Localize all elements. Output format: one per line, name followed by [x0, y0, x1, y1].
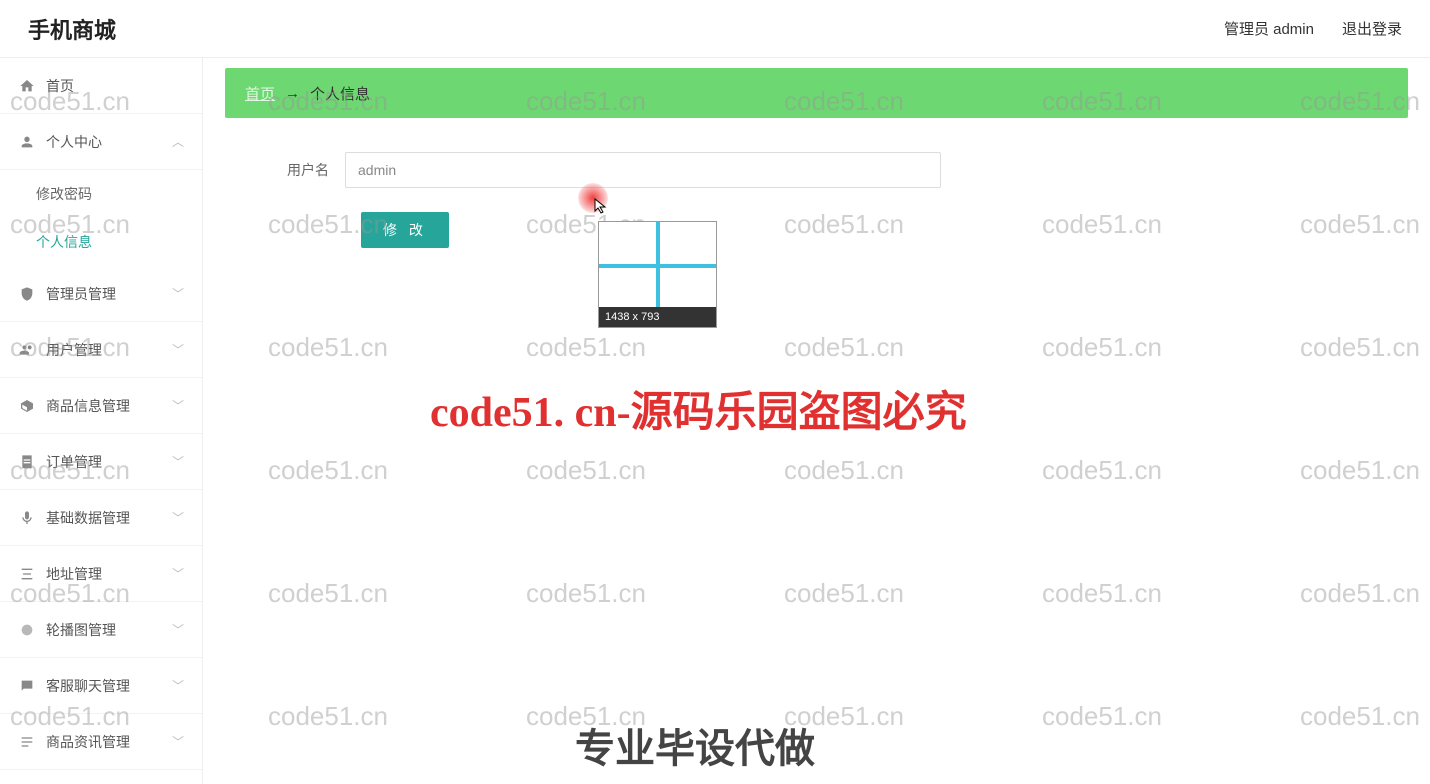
- breadcrumb-current: 个人信息: [310, 83, 370, 104]
- chevron-down-icon: ﹀: [172, 621, 184, 638]
- chevron-down-icon: ﹀: [172, 565, 184, 582]
- top-right: 管理员 admin 退出登录: [1224, 18, 1402, 39]
- chevron-down-icon: ﹀: [172, 453, 184, 470]
- breadcrumb: 首页 → 个人信息: [225, 68, 1408, 118]
- sidebar-item-admin-mgmt[interactable]: 管理员管理 ﹀: [0, 266, 202, 322]
- sidebar-item-label: 管理员管理: [46, 284, 116, 304]
- sidebar-item-label: 商品信息管理: [46, 396, 130, 416]
- sidebar-item-personal-center[interactable]: 个人中心 ︿: [0, 114, 202, 170]
- chevron-up-icon: ︿: [172, 133, 184, 150]
- username-label: 用户名: [255, 160, 345, 180]
- location-icon: [18, 565, 36, 583]
- sidebar-item-label: 商品资讯管理: [46, 732, 130, 752]
- sidebar-item-order-mgmt[interactable]: 订单管理 ﹀: [0, 434, 202, 490]
- box-icon: [18, 397, 36, 415]
- chevron-down-icon: ﹀: [172, 285, 184, 302]
- users-icon: [18, 341, 36, 359]
- top-bar: 手机商城 管理员 admin 退出登录: [0, 0, 1430, 58]
- sidebar-subitem-personal-info[interactable]: 个人信息: [0, 218, 202, 266]
- sidebar-item-label: 订单管理: [46, 452, 102, 472]
- chevron-down-icon: ﹀: [172, 509, 184, 526]
- mic-icon: [18, 509, 36, 527]
- sidebar-item-user-mgmt[interactable]: 用户管理 ﹀: [0, 322, 202, 378]
- breadcrumb-home-link[interactable]: 首页: [245, 83, 275, 104]
- sidebar-item-label: 客服聊天管理: [46, 676, 130, 696]
- submit-button[interactable]: 修 改: [361, 212, 449, 248]
- sidebar-item-carousel-mgmt[interactable]: 轮播图管理 ﹀: [0, 602, 202, 658]
- receipt-icon: [18, 453, 36, 471]
- sidebar-item-label: 轮播图管理: [46, 620, 116, 640]
- home-icon: [18, 77, 36, 95]
- content-area: 首页 → 个人信息 用户名 修 改: [203, 58, 1430, 784]
- sidebar-item-news-mgmt[interactable]: 商品资讯管理 ﹀: [0, 714, 202, 770]
- main-layout: 首页 个人中心 ︿ 修改密码 个人信息 管理员管理 ﹀ 用户管理 ﹀ 商品信息管…: [0, 58, 1430, 784]
- chevron-down-icon: ﹀: [172, 677, 184, 694]
- sidebar-item-base-data-mgmt[interactable]: 基础数据管理 ﹀: [0, 490, 202, 546]
- form-row-submit: 修 改: [255, 212, 1378, 248]
- sidebar-item-chat-mgmt[interactable]: 客服聊天管理 ﹀: [0, 658, 202, 714]
- image-icon: [18, 621, 36, 639]
- shield-icon: [18, 285, 36, 303]
- chevron-down-icon: ﹀: [172, 397, 184, 414]
- news-icon: [18, 733, 36, 751]
- sidebar-item-label: 用户管理: [46, 340, 102, 360]
- sidebar-item-label: 个人中心: [46, 132, 102, 152]
- chevron-down-icon: ﹀: [172, 341, 184, 358]
- sidebar-item-home[interactable]: 首页: [0, 58, 202, 114]
- sidebar-item-address-mgmt[interactable]: 地址管理 ﹀: [0, 546, 202, 602]
- form-row-username: 用户名: [255, 152, 1378, 188]
- sidebar: 首页 个人中心 ︿ 修改密码 个人信息 管理员管理 ﹀ 用户管理 ﹀ 商品信息管…: [0, 58, 203, 784]
- person-icon: [18, 133, 36, 151]
- breadcrumb-arrow: →: [285, 85, 300, 102]
- chat-icon: [18, 677, 36, 695]
- chevron-down-icon: ﹀: [172, 733, 184, 750]
- sidebar-item-label: 首页: [46, 76, 74, 96]
- sidebar-item-product-info-mgmt[interactable]: 商品信息管理 ﹀: [0, 378, 202, 434]
- logout-link[interactable]: 退出登录: [1342, 18, 1402, 39]
- form-area: 用户名 修 改: [225, 118, 1408, 312]
- admin-label[interactable]: 管理员 admin: [1224, 18, 1314, 39]
- username-input[interactable]: [345, 152, 941, 188]
- sidebar-item-label: 基础数据管理: [46, 508, 130, 528]
- sidebar-item-label: 地址管理: [46, 564, 102, 584]
- sidebar-subitem-change-password[interactable]: 修改密码: [0, 170, 202, 218]
- logo: 手机商城: [28, 13, 116, 45]
